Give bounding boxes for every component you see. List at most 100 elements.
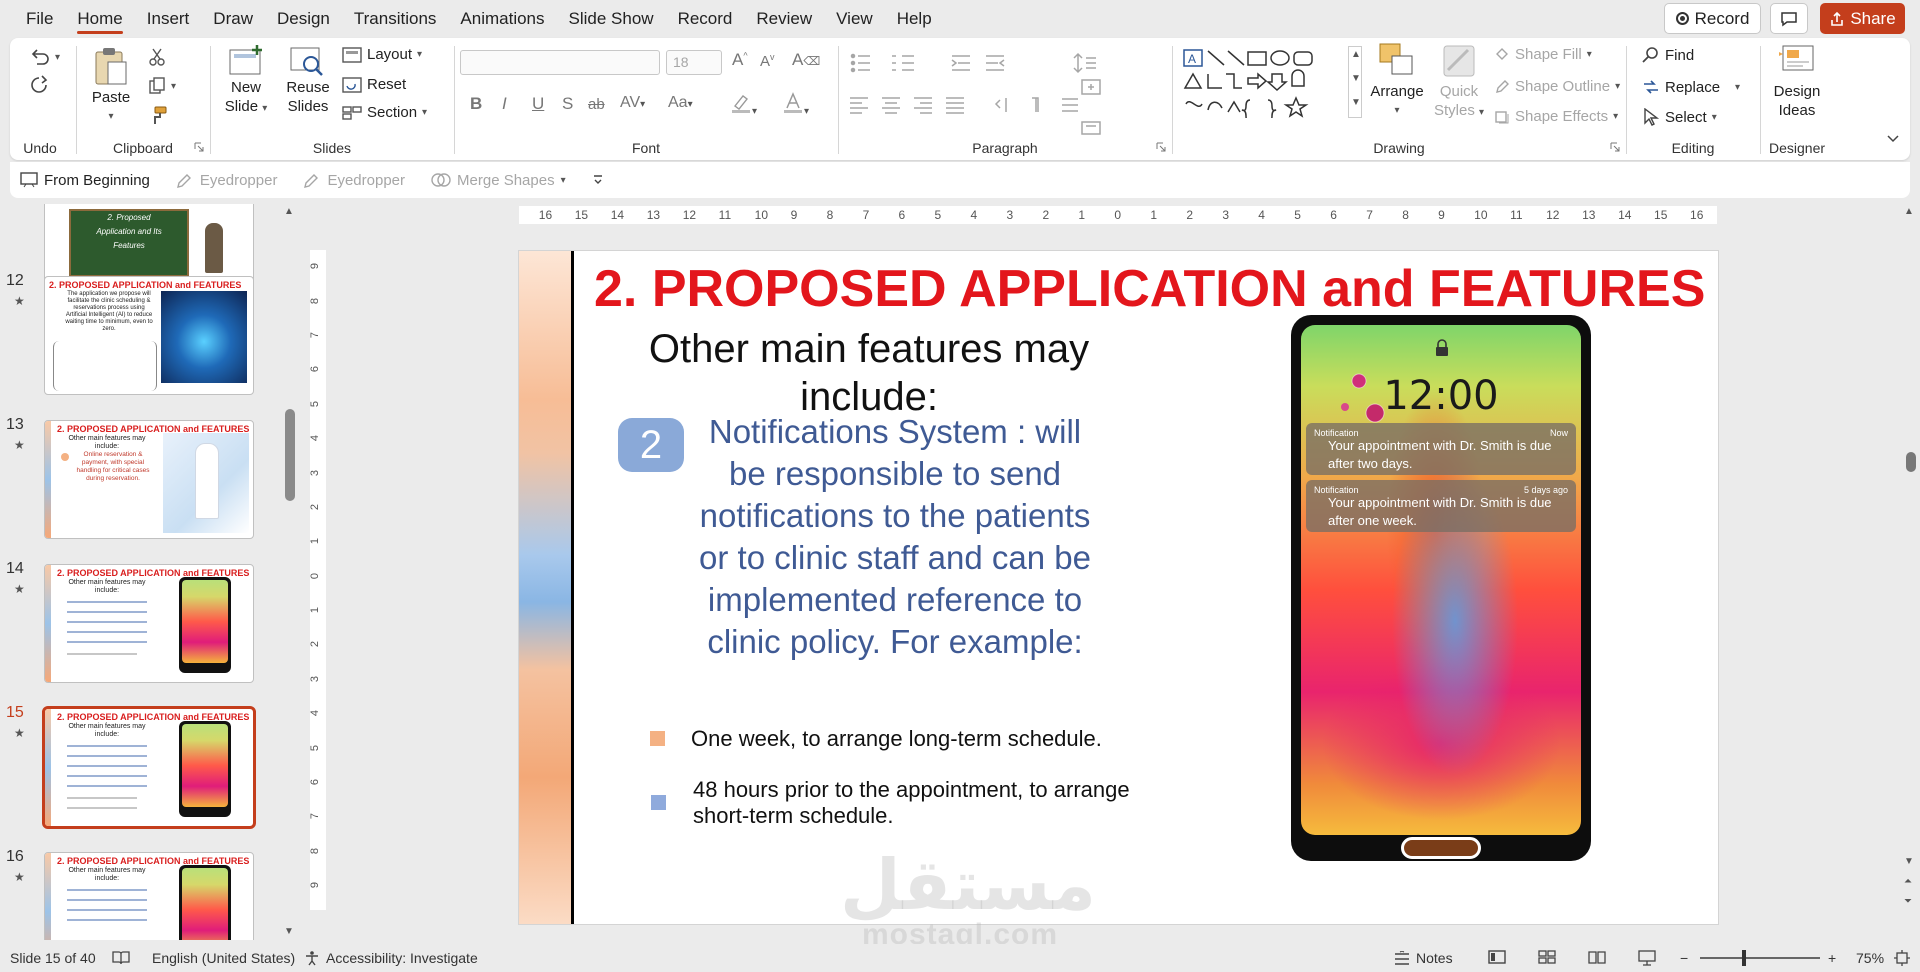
character-spacing-button[interactable]: AV▾ xyxy=(620,94,645,112)
notes-button[interactable]: Notes xyxy=(1394,950,1453,966)
paragraph-list-tools[interactable] xyxy=(850,52,1150,74)
previous-slide-icon[interactable]: ⏶ xyxy=(1904,876,1912,887)
new-slide-button[interactable]: New Slide ▾ xyxy=(216,44,276,118)
shape-outline-button[interactable]: Shape Outline ▾ xyxy=(1494,78,1620,95)
redo-button[interactable] xyxy=(28,74,50,96)
format-painter-button[interactable] xyxy=(148,106,168,126)
increase-font-icon[interactable]: A^ xyxy=(732,50,748,70)
tab-home[interactable]: Home xyxy=(65,0,134,38)
underline-button[interactable]: U xyxy=(532,94,544,114)
feature-number-badge[interactable]: 2 xyxy=(618,418,684,472)
slide-subtitle[interactable]: Other main features may include: xyxy=(629,325,1109,421)
section-button[interactable]: Section ▾ xyxy=(342,104,427,121)
zoom-in-button[interactable]: + xyxy=(1828,950,1836,966)
font-name-input[interactable] xyxy=(460,50,660,75)
scroll-up-icon[interactable]: ▲ xyxy=(1904,206,1914,217)
change-case-button[interactable]: Aa▾ xyxy=(668,94,693,112)
zoom-slider-thumb[interactable] xyxy=(1742,950,1746,966)
zoom-slider[interactable] xyxy=(1700,957,1820,959)
slide-scroll-thumb[interactable] xyxy=(1906,452,1916,472)
tab-design[interactable]: Design xyxy=(265,0,342,38)
font-color-button[interactable]: ▾ xyxy=(782,92,809,119)
shapes-gallery[interactable]: A xyxy=(1182,48,1346,118)
tab-insert[interactable]: Insert xyxy=(135,0,202,38)
slide-body-text[interactable]: Notifications System : will be responsib… xyxy=(689,411,1101,663)
slide-thumbnail-16[interactable]: 2. PROPOSED APPLICATION and FEATURES Oth… xyxy=(44,852,254,940)
reset-button[interactable]: Reset xyxy=(342,76,406,93)
slide-scrollbar[interactable]: ▲ ▼ ⏶ ⏷ xyxy=(1900,204,1920,940)
find-button[interactable]: Find xyxy=(1642,46,1694,64)
tab-help[interactable]: Help xyxy=(885,0,944,38)
customize-qat-button[interactable] xyxy=(592,174,604,186)
ribbon-collapse-icon[interactable] xyxy=(1886,134,1900,144)
shapes-gallery-scroll[interactable]: ▲ ▼ ▼ xyxy=(1348,46,1362,118)
select-button[interactable]: Select ▾ xyxy=(1642,108,1717,126)
slide-canvas[interactable]: 2. PROPOSED APPLICATION and FEATURES Oth… xyxy=(518,250,1719,925)
tab-draw[interactable]: Draw xyxy=(201,0,265,38)
thumbnail-scroll-thumb[interactable] xyxy=(285,409,295,501)
scroll-down-icon[interactable]: ▼ xyxy=(1904,856,1914,867)
strikethrough-button[interactable]: ab xyxy=(588,96,605,113)
shape-effects-button[interactable]: Shape Effects ▾ xyxy=(1494,108,1618,125)
slide-sorter-button[interactable] xyxy=(1538,950,1556,964)
fit-slide-button[interactable] xyxy=(1894,950,1910,966)
replace-button[interactable]: Replace ▾ xyxy=(1642,78,1740,96)
slide-thumbnail-15[interactable]: 2. PROPOSED APPLICATION and FEATURES Oth… xyxy=(42,706,256,829)
tab-animations[interactable]: Animations xyxy=(448,0,556,38)
slide-title[interactable]: 2. PROPOSED APPLICATION and FEATURES xyxy=(594,259,1705,319)
clear-formatting-icon[interactable]: A⌫ xyxy=(792,50,820,70)
notification-card-2[interactable]: Notification 5 days ago Your appointment… xyxy=(1306,480,1576,532)
slideshow-view-button[interactable] xyxy=(1638,950,1656,966)
bullet-text-2[interactable]: 48 hours prior to the appointment, to ar… xyxy=(693,777,1153,829)
phone-mockup[interactable]: 12:00 Notification Now Your appointment … xyxy=(1291,315,1591,861)
undo-button[interactable]: ▾ xyxy=(28,46,60,68)
reuse-slides-button[interactable]: Reuse Slides xyxy=(282,44,334,116)
bold-button[interactable]: B xyxy=(470,94,482,114)
record-button[interactable]: Record xyxy=(1664,3,1761,34)
zoom-level[interactable]: 75% xyxy=(1856,950,1884,966)
bullet-text-1[interactable]: One week, to arrange long-term schedule. xyxy=(691,726,1151,752)
text-direction-tools[interactable] xyxy=(1080,78,1150,148)
spelling-status[interactable] xyxy=(112,950,130,966)
cut-button[interactable] xyxy=(148,48,166,66)
next-slide-icon[interactable]: ⏷ xyxy=(1904,896,1912,907)
copy-button[interactable]: ▾ xyxy=(148,77,176,95)
tab-slide-show[interactable]: Slide Show xyxy=(557,0,666,38)
tab-record[interactable]: Record xyxy=(666,0,745,38)
paste-button[interactable]: Paste ▾ xyxy=(86,46,136,126)
language-status[interactable]: English (United States) xyxy=(152,950,295,966)
comments-button[interactable] xyxy=(1770,3,1808,34)
eyedropper-button[interactable]: Eyedropper xyxy=(176,171,277,189)
decrease-font-icon[interactable]: Av xyxy=(760,52,775,70)
reading-view-button[interactable] xyxy=(1588,950,1606,964)
slide-thumbnail-13[interactable]: 2. PROPOSED APPLICATION and FEATURES Oth… xyxy=(44,420,254,539)
tab-view[interactable]: View xyxy=(824,0,885,38)
accessibility-status[interactable]: Accessibility: Investigate xyxy=(304,950,478,966)
zoom-out-button[interactable]: − xyxy=(1680,950,1688,966)
highlight-color-button[interactable]: ▾ xyxy=(730,92,757,119)
design-ideas-button[interactable]: Design Ideas xyxy=(1764,42,1830,120)
slide-thumbnail-14[interactable]: 2. PROPOSED APPLICATION and FEATURES Oth… xyxy=(44,564,254,683)
slide-thumbnail-12[interactable]: 2. PROPOSED APPLICATION and FEATURES The… xyxy=(44,276,254,395)
tab-transitions[interactable]: Transitions xyxy=(342,0,449,38)
arrange-button[interactable]: Arrange ▾ xyxy=(1368,42,1426,120)
dialog-launcher-icon[interactable] xyxy=(1156,142,1166,152)
shape-fill-button[interactable]: Shape Fill ▾ xyxy=(1494,46,1592,63)
shadow-button[interactable]: S xyxy=(562,94,573,114)
tab-file[interactable]: File xyxy=(14,0,65,38)
merge-shapes-button[interactable]: Merge Shapes ▾ xyxy=(431,172,566,189)
normal-view-button[interactable] xyxy=(1488,950,1506,964)
dialog-launcher-icon[interactable] xyxy=(194,142,204,152)
notification-card-1[interactable]: Notification Now Your appointment with D… xyxy=(1306,423,1576,475)
tab-review[interactable]: Review xyxy=(744,0,824,38)
scroll-up-icon[interactable]: ▲ xyxy=(284,206,294,217)
share-button[interactable]: Share xyxy=(1820,3,1905,34)
thumbnail-scrollbar[interactable]: ▲ ▼ xyxy=(282,204,296,940)
eyedropper-button-2[interactable]: Eyedropper xyxy=(303,171,405,189)
dialog-launcher-icon[interactable] xyxy=(1610,142,1620,152)
layout-button[interactable]: Layout ▾ xyxy=(342,46,422,63)
font-size-input[interactable]: 18 xyxy=(666,50,722,75)
scroll-down-icon[interactable]: ▼ xyxy=(284,926,294,937)
italic-button[interactable]: I xyxy=(502,94,507,114)
from-beginning-button[interactable]: From Beginning xyxy=(20,172,150,189)
